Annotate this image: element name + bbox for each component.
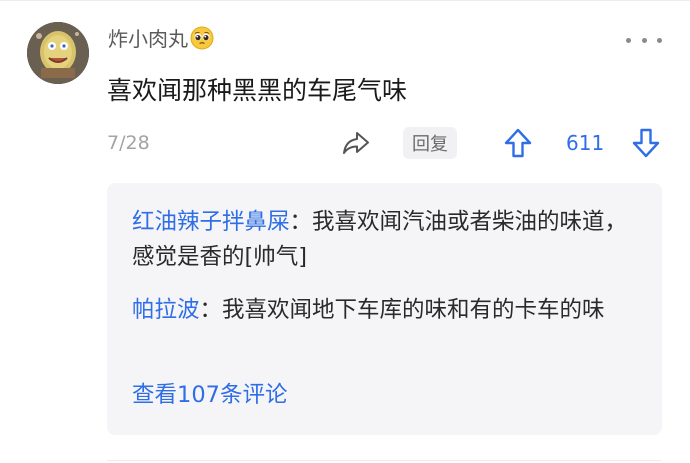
top-divider <box>0 0 690 1</box>
arrow-down-icon <box>632 128 660 158</box>
view-all-replies-link[interactable]: 查看107条评论 <box>132 378 287 413</box>
replies-container: 红油辣子拌鼻屎：我喜欢闻汽油或者柴油的味道，感觉是香的[帅气] 帕拉波：我喜欢闻… <box>107 183 662 435</box>
reply-button[interactable]: 回复 <box>403 127 457 159</box>
vote-count: 611 <box>566 131 605 155</box>
comment-date: 7/28 <box>107 132 150 154</box>
reply-item[interactable]: 帕拉波：我喜欢闻地下车库的味和有的卡车的味 <box>132 293 642 328</box>
downvote-button[interactable] <box>630 126 662 160</box>
reply-separator: ： <box>199 297 223 323</box>
arrow-up-icon <box>504 128 532 158</box>
more-dots-icon <box>626 37 631 43</box>
username[interactable]: 炸小肉丸 <box>108 24 214 54</box>
reply-author[interactable]: 红油辣子拌鼻屎 <box>132 209 290 235</box>
more-dots-icon <box>657 37 662 43</box>
avatar[interactable] <box>27 22 89 84</box>
reply-text: 我喜欢闻地下车库的味和有的卡车的味 <box>222 297 605 323</box>
reply-separator: ： <box>289 209 313 235</box>
upvote-button[interactable] <box>502 126 534 160</box>
comment-text: 喜欢闻那种黑黑的车尾气味 <box>107 76 408 105</box>
share-button[interactable] <box>340 127 372 159</box>
reply-item[interactable]: 红油辣子拌鼻屎：我喜欢闻汽油或者柴油的味道，感觉是香的[帅气] <box>132 205 642 275</box>
reply-author[interactable]: 帕拉波 <box>132 297 200 323</box>
more-dots-icon <box>641 37 647 43</box>
pleading-face-emoji-icon <box>190 26 214 50</box>
share-arrow-icon <box>343 132 369 154</box>
bottom-divider <box>107 460 662 461</box>
username-text[interactable]: 炸小肉丸 <box>108 27 188 51</box>
more-options-button[interactable] <box>626 30 662 50</box>
